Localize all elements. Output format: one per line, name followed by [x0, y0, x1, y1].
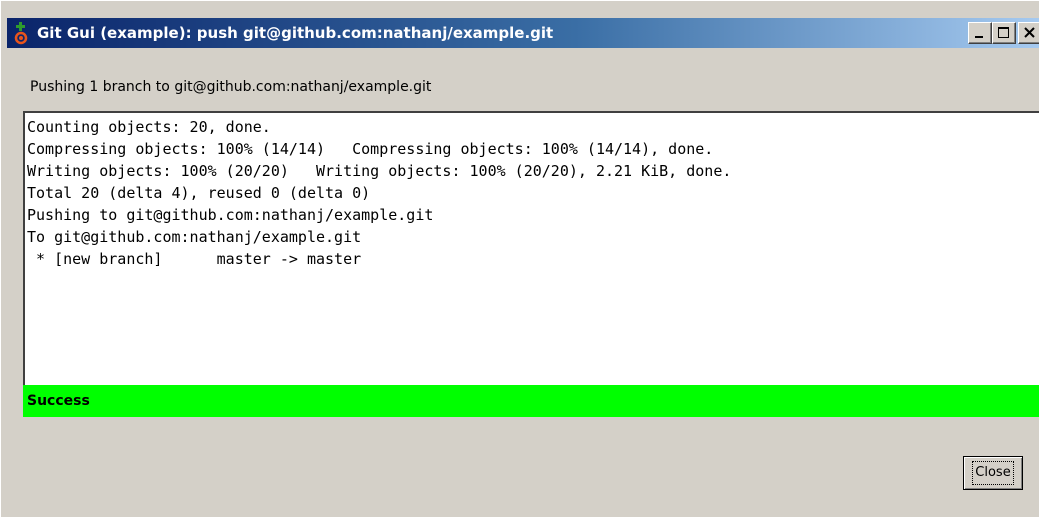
minimize-icon — [975, 36, 983, 38]
console-line: Counting objects: 20, done. — [27, 118, 271, 136]
window-controls — [968, 22, 1039, 44]
console-text: Counting objects: 20, done. Compressing … — [27, 116, 731, 270]
close-icon — [1024, 27, 1035, 38]
close-button[interactable]: Close — [963, 456, 1023, 490]
console-line: Pushing to git@github.com:nathanj/exampl… — [27, 206, 434, 224]
close-window-button[interactable] — [1018, 22, 1039, 44]
push-dialog-window: Git Gui (example): push git@github.com:n… — [0, 0, 1039, 517]
maximize-button[interactable] — [992, 22, 1016, 44]
close-button-label: Close — [972, 461, 1014, 485]
window-title: Git Gui (example): push git@github.com:n… — [37, 24, 554, 42]
title-bar[interactable]: Git Gui (example): push git@github.com:n… — [7, 18, 1039, 48]
git-gui-icon — [12, 21, 30, 45]
console-line: * [new branch] master -> master — [27, 250, 362, 268]
console-line: To git@github.com:nathanj/example.git — [27, 228, 362, 246]
console-line: Writing objects: 100% (20/20) Writing ob… — [27, 162, 732, 180]
status-text: Success — [27, 393, 90, 409]
minimize-button[interactable] — [968, 22, 992, 44]
maximize-icon — [998, 27, 1009, 38]
console-output[interactable]: Counting objects: 20, done. Compressing … — [23, 111, 1039, 417]
push-heading: Pushing 1 branch to git@github.com:natha… — [30, 79, 432, 95]
console-line: Total 20 (delta 4), reused 0 (delta 0) — [27, 184, 371, 202]
console-line: Compressing objects: 100% (14/14) Compre… — [27, 140, 714, 158]
status-bar: Success — [23, 385, 1039, 417]
